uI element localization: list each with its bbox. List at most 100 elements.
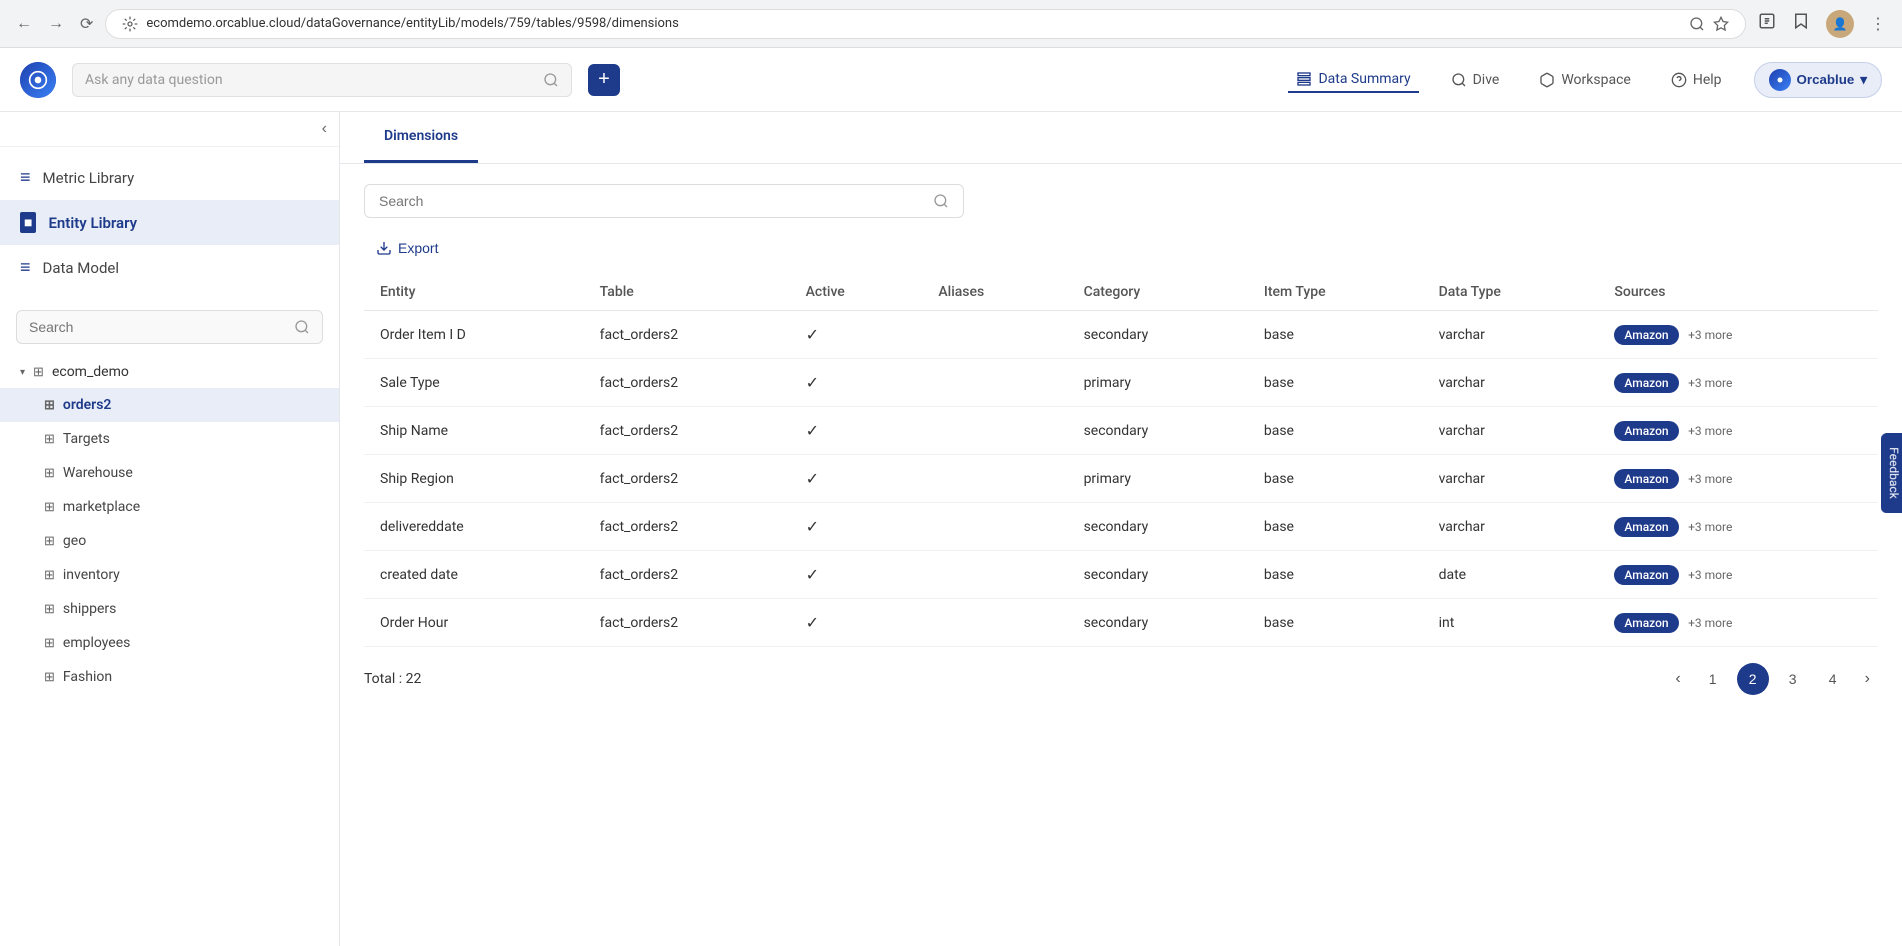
sidebar-search[interactable] xyxy=(0,298,339,356)
tree-item-orders2[interactable]: ⊞ orders2 xyxy=(0,388,339,422)
cell-category: secondary xyxy=(1068,503,1248,551)
cell-entity: Order Item I D xyxy=(364,311,584,359)
col-data-type: Data Type xyxy=(1423,274,1599,311)
tree-item-targets[interactable]: ⊞ Targets xyxy=(0,422,339,456)
sidebar-item-data-model[interactable]: ≡ Data Model xyxy=(0,245,339,290)
tree-root-arrow: ▾ xyxy=(20,367,25,378)
table-search-input[interactable] xyxy=(379,193,925,209)
page-button-4[interactable]: 4 xyxy=(1817,663,1849,695)
tree-item-fashion[interactable]: ⊞ Fashion xyxy=(0,660,339,694)
tree-root-ecom-demo[interactable]: ▾ ⊞ ecom_demo xyxy=(0,356,339,388)
col-category: Category xyxy=(1068,274,1248,311)
cell-table: fact_orders2 xyxy=(584,455,790,503)
sidebar-header: ‹ xyxy=(0,112,339,147)
cell-aliases xyxy=(922,503,1067,551)
content-body: Export Entity Table Active Aliases Categ… xyxy=(340,164,1902,946)
tree-item-geo[interactable]: ⊞ geo xyxy=(0,524,339,558)
table-search-wrapper[interactable] xyxy=(364,184,964,218)
tab-dimensions[interactable]: Dimensions xyxy=(364,112,478,163)
tree-item-marketplace[interactable]: ⊞ marketplace xyxy=(0,490,339,524)
cell-active: ✓ xyxy=(790,311,923,359)
cell-item-type: base xyxy=(1248,359,1423,407)
tree-item-label-inventory: inventory xyxy=(63,567,120,583)
nav-data-summary[interactable]: Data Summary xyxy=(1288,67,1418,93)
brand-label: Orcablue xyxy=(1797,72,1855,87)
extensions-button[interactable] xyxy=(1754,8,1780,39)
cell-sources: Amazon +3 more xyxy=(1598,455,1878,503)
cell-aliases xyxy=(922,407,1067,455)
table-header: Entity Table Active Aliases Category Ite… xyxy=(364,274,1878,311)
cell-category: primary xyxy=(1068,455,1248,503)
add-button[interactable]: + xyxy=(588,64,620,96)
metric-library-icon: ≡ xyxy=(20,167,31,188)
sidebar: ‹ ≡ Metric Library ■ Entity Library ≡ Da… xyxy=(0,112,340,946)
cell-data-type: varchar xyxy=(1423,359,1599,407)
menu-button[interactable]: ⋮ xyxy=(1866,10,1890,38)
sidebar-search-input-wrapper[interactable] xyxy=(16,310,323,344)
cell-entity: Sale Type xyxy=(364,359,584,407)
orcablue-button[interactable]: Orcablue ▾ xyxy=(1754,62,1882,98)
tree-item-icon-marketplace: ⊞ xyxy=(44,500,55,515)
pagination-row: Total : 22 ‹ 1 2 3 4 › xyxy=(364,647,1878,711)
tree-item-icon-orders2: ⊞ xyxy=(44,398,55,413)
cell-table: fact_orders2 xyxy=(584,311,790,359)
cell-sources: Amazon +3 more xyxy=(1598,551,1878,599)
cell-aliases xyxy=(922,359,1067,407)
cell-item-type: base xyxy=(1248,407,1423,455)
nav-dive[interactable]: Dive xyxy=(1443,68,1508,92)
table-row[interactable]: Ship Name fact_orders2 ✓ secondary base … xyxy=(364,407,1878,455)
cell-active: ✓ xyxy=(790,599,923,647)
global-search-bar[interactable]: Ask any data question xyxy=(72,63,572,97)
tree-item-shippers[interactable]: ⊞ shippers xyxy=(0,592,339,626)
sidebar-item-metric-library[interactable]: ≡ Metric Library xyxy=(0,155,339,200)
nav-workspace[interactable]: Workspace xyxy=(1531,68,1639,92)
sidebar-search-icon xyxy=(294,319,310,335)
page-button-1[interactable]: 1 xyxy=(1697,663,1729,695)
export-button[interactable]: Export xyxy=(364,234,450,262)
prev-page-button[interactable]: ‹ xyxy=(1667,666,1688,692)
cell-table: fact_orders2 xyxy=(584,407,790,455)
nav-help[interactable]: Help xyxy=(1663,68,1730,92)
page-button-2[interactable]: 2 xyxy=(1737,663,1769,695)
table-row[interactable]: Sale Type fact_orders2 ✓ primary base va… xyxy=(364,359,1878,407)
forward-button[interactable]: → xyxy=(44,11,68,37)
export-icon xyxy=(376,240,392,256)
next-page-button[interactable]: › xyxy=(1857,666,1878,692)
tree-item-warehouse[interactable]: ⊞ Warehouse xyxy=(0,456,339,490)
url-text: ecomdemo.orcablue.cloud/dataGovernance/e… xyxy=(146,16,1681,31)
global-search-placeholder: Ask any data question xyxy=(85,72,535,88)
page-button-3[interactable]: 3 xyxy=(1777,663,1809,695)
feedback-label: Feedback xyxy=(1887,447,1901,499)
col-item-type: Item Type xyxy=(1248,274,1423,311)
back-button[interactable]: ← xyxy=(12,11,36,37)
table-row[interactable]: delivereddate fact_orders2 ✓ secondary b… xyxy=(364,503,1878,551)
tree-item-icon-inventory: ⊞ xyxy=(44,568,55,583)
cell-active: ✓ xyxy=(790,359,923,407)
sidebar-item-data-model-label: Data Model xyxy=(43,259,120,277)
cell-sources: Amazon +3 more xyxy=(1598,599,1878,647)
cell-data-type: varchar xyxy=(1423,455,1599,503)
help-icon xyxy=(1671,72,1687,88)
address-bar[interactable]: ecomdemo.orcablue.cloud/dataGovernance/e… xyxy=(105,9,1746,39)
sidebar-item-entity-library[interactable]: ■ Entity Library xyxy=(0,200,339,245)
bookmark-button[interactable] xyxy=(1788,8,1814,39)
main-layout: ‹ ≡ Metric Library ■ Entity Library ≡ Da… xyxy=(0,112,1902,946)
refresh-button[interactable]: ⟳ xyxy=(76,10,97,38)
tree-item-employees[interactable]: ⊞ employees xyxy=(0,626,339,660)
app-header: Ask any data question + Data Summary Div… xyxy=(0,48,1902,112)
profile-button[interactable]: 👤 xyxy=(1822,6,1858,42)
table-row[interactable]: Ship Region fact_orders2 ✓ primary base … xyxy=(364,455,1878,503)
cell-aliases xyxy=(922,551,1067,599)
nav-help-label: Help xyxy=(1693,72,1722,88)
table-row[interactable]: created date fact_orders2 ✓ secondary ba… xyxy=(364,551,1878,599)
tree-item-inventory[interactable]: ⊞ inventory xyxy=(0,558,339,592)
table-row[interactable]: Order Item I D fact_orders2 ✓ secondary … xyxy=(364,311,1878,359)
table-row[interactable]: Order Hour fact_orders2 ✓ secondary base… xyxy=(364,599,1878,647)
feedback-tab[interactable]: Feedback xyxy=(1881,433,1902,513)
sidebar-item-entity-library-label: Entity Library xyxy=(48,214,137,232)
sidebar-collapse-button[interactable]: ‹ xyxy=(322,120,327,138)
nav-workspace-label: Workspace xyxy=(1561,72,1631,88)
export-row: Export xyxy=(364,234,1878,262)
sidebar-search-field[interactable] xyxy=(29,319,286,335)
tree-item-label-warehouse: Warehouse xyxy=(63,465,133,481)
